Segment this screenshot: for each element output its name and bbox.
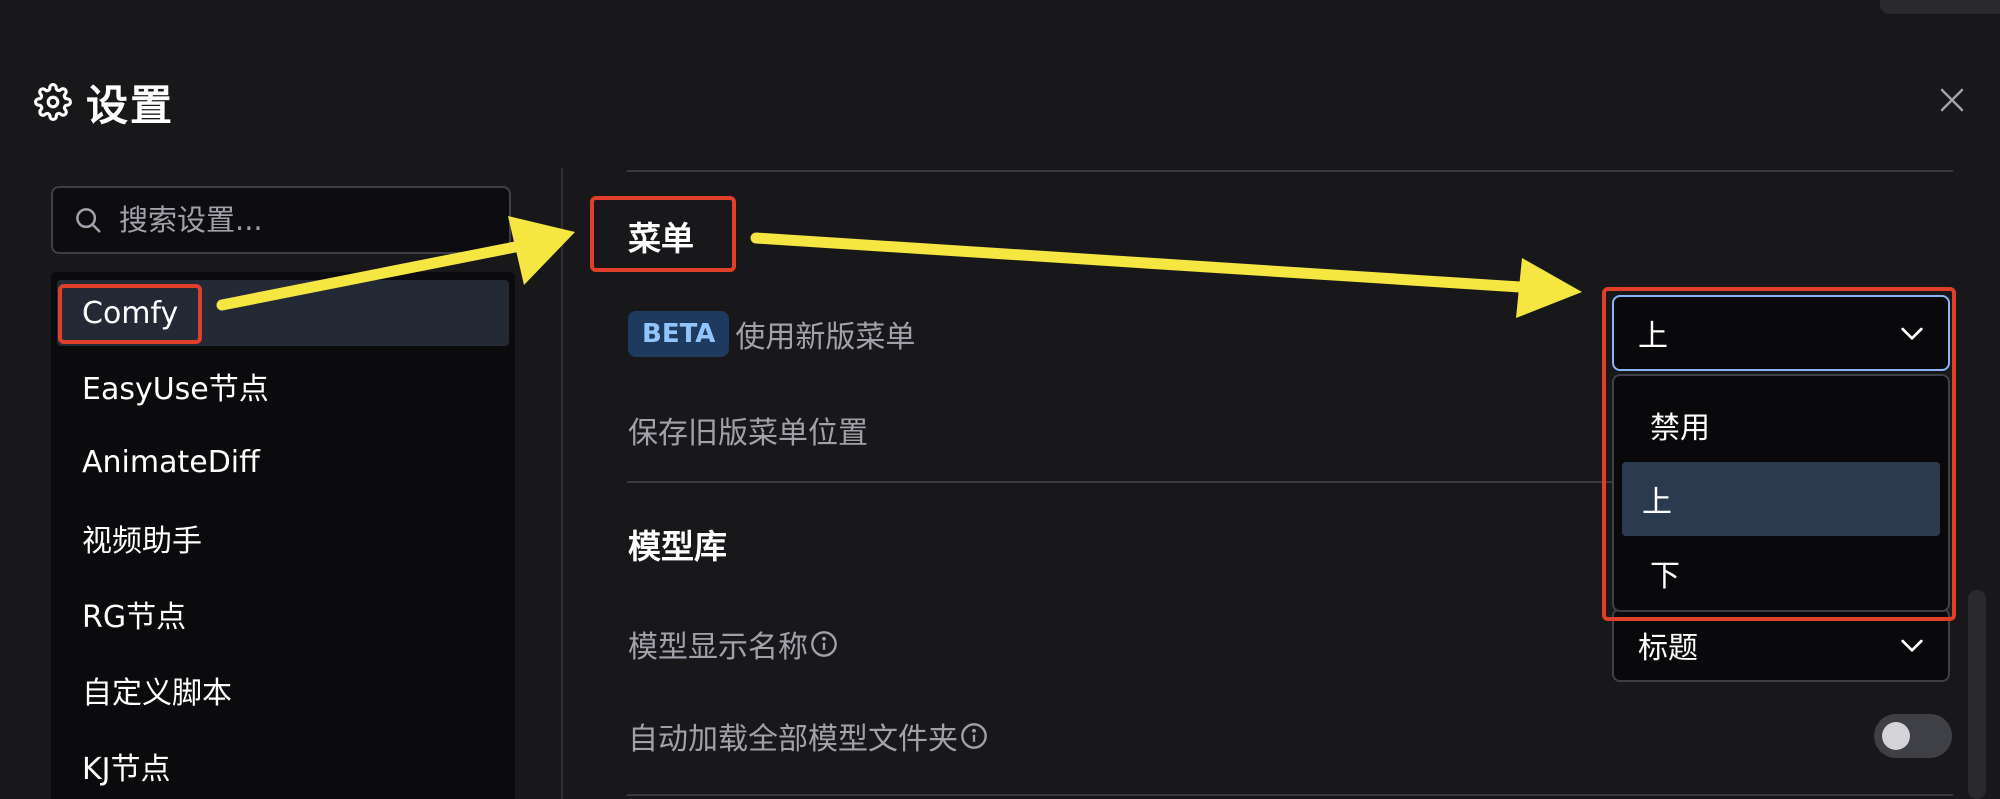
beta-badge: BETA (628, 311, 730, 357)
select-value: 标题 (1638, 631, 1698, 666)
section-divider (627, 481, 1613, 483)
annotation-box-menu (590, 196, 736, 272)
sidebar-divider (561, 168, 563, 799)
info-icon[interactable] (960, 722, 988, 750)
search-icon (76, 208, 101, 233)
sidebar-item-animatediff[interactable]: AnimateDiff (51, 424, 515, 500)
setting-label: 使用新版菜单 (735, 320, 916, 355)
annotation-box-comfy (58, 284, 202, 344)
sidebar-item-label: KJ节点 (82, 752, 171, 787)
section-title-model-library: 模型库 (628, 527, 727, 566)
annotation-arrow-2 (750, 232, 1526, 293)
sidebar-item-kj-nodes[interactable]: KJ节点 (51, 728, 515, 799)
sidebar-item-video-helper[interactable]: 视频助手 (51, 500, 515, 576)
sidebar-item-rg-nodes[interactable]: RG节点 (51, 576, 515, 652)
sidebar-item-label: 自定义脚本 (82, 676, 232, 711)
search-input[interactable] (117, 202, 501, 238)
dialog-header: 设置 (34, 76, 174, 130)
annotation-arrowhead-2 (1516, 258, 1582, 318)
toggle-knob (1882, 722, 1910, 750)
sidebar-item-label: AnimateDiff (82, 444, 260, 480)
gear-icon (34, 83, 72, 121)
close-icon (1940, 88, 1964, 112)
scrollbar[interactable] (1968, 590, 1986, 799)
window-corner (1880, 0, 2000, 14)
settings-category-list: Comfy EasyUse节点 AnimateDiff 视频助手 RG节点 自定… (51, 272, 515, 799)
dialog-title: 设置 (86, 80, 175, 130)
chevron-down-icon (1901, 639, 1923, 652)
sidebar-item-label: RG节点 (82, 600, 187, 635)
sidebar-item-custom-scripts[interactable]: 自定义脚本 (51, 652, 515, 728)
setting-auto-load-model-folders: 自动加载全部模型文件夹 (628, 710, 988, 762)
sidebar-item-label: 视频助手 (82, 524, 202, 559)
close-button[interactable] (1930, 78, 1974, 122)
setting-model-display-name: 模型显示名称 (628, 618, 838, 670)
section-divider (627, 170, 1953, 172)
info-icon[interactable] (810, 630, 838, 658)
setting-use-new-menu: BETA 使用新版菜单 (628, 308, 915, 360)
settings-dialog: 设置 Comfy EasyUse节点 AnimateDiff 视频助手 RG节点… (0, 0, 2000, 799)
settings-search[interactable] (51, 186, 511, 254)
setting-label: 自动加载全部模型文件夹 (628, 722, 958, 757)
sidebar-item-label: EasyUse节点 (82, 372, 269, 407)
setting-label: 保存旧版菜单位置 (628, 416, 868, 451)
sidebar-item-easyuse[interactable]: EasyUse节点 (51, 348, 515, 424)
setting-label: 模型显示名称 (628, 630, 808, 665)
annotation-arrowhead-1 (508, 216, 575, 285)
auto-load-toggle[interactable] (1874, 714, 1952, 758)
section-divider (627, 794, 1953, 796)
setting-keep-old-menu-position: 保存旧版菜单位置 (628, 404, 868, 456)
annotation-box-dropdown (1602, 287, 1956, 621)
